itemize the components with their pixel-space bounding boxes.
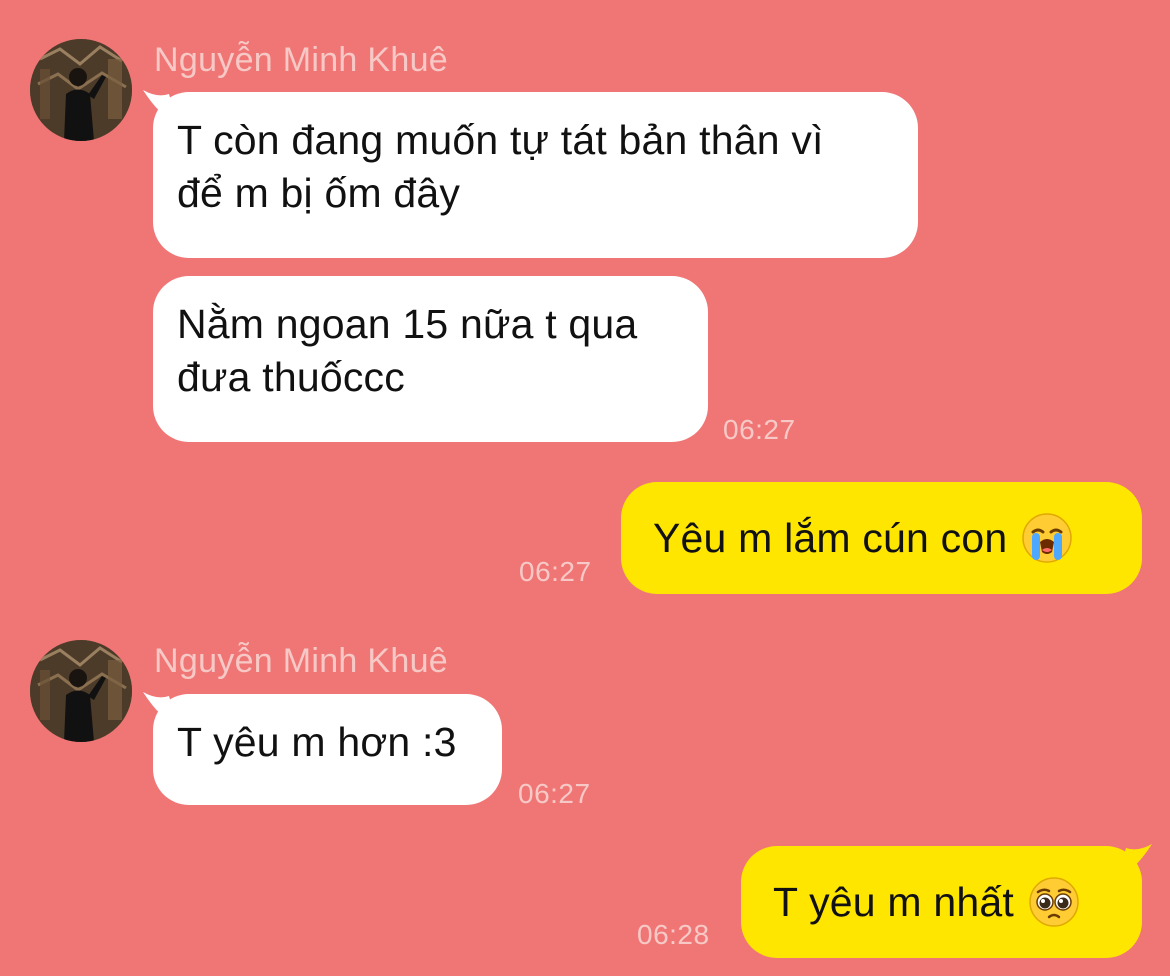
- bubble-tail: [1118, 844, 1152, 876]
- message-timestamp: 06:27: [519, 556, 592, 587]
- contact-avatar[interactable]: [30, 39, 132, 141]
- message-timestamp: 06:28: [637, 919, 710, 950]
- message-text: T yêu m nhất: [773, 878, 1014, 925]
- outgoing-message[interactable]: T yêu m nhất: [741, 844, 1152, 958]
- avatar-photo: [30, 640, 132, 742]
- pleading-face-icon: [1029, 877, 1079, 927]
- sender-name: Nguyễn Minh Khuê: [154, 41, 448, 79]
- sender-name: Nguyễn Minh Khuê: [154, 642, 448, 680]
- message-text-line: Nằm ngoan 15 nữa t qua: [177, 301, 638, 347]
- message-timestamp: 06:27: [518, 778, 591, 809]
- contact-avatar[interactable]: [30, 640, 132, 742]
- outgoing-message[interactable]: Yêu m lắm cún con: [621, 482, 1142, 594]
- message-text: T yêu m hơn :3: [177, 719, 457, 765]
- message-text-line: T còn đang muốn tự tát bản thân vì: [177, 117, 824, 163]
- incoming-message[interactable]: T yêu m hơn :3: [143, 692, 502, 805]
- loudly-crying-face-icon: [1022, 513, 1073, 563]
- message-timestamp: 06:27: [723, 414, 796, 445]
- message-text-line: đưa thuốccc: [177, 354, 405, 400]
- incoming-message[interactable]: Nằm ngoan 15 nữa t qua đưa thuốccc: [153, 276, 708, 442]
- incoming-message[interactable]: T còn đang muốn tự tát bản thân vì để m …: [143, 90, 918, 258]
- avatar-photo: [30, 39, 132, 141]
- message-text: Yêu m lắm cún con: [653, 514, 1008, 561]
- message-text-line: để m bị ốm đây: [177, 170, 461, 216]
